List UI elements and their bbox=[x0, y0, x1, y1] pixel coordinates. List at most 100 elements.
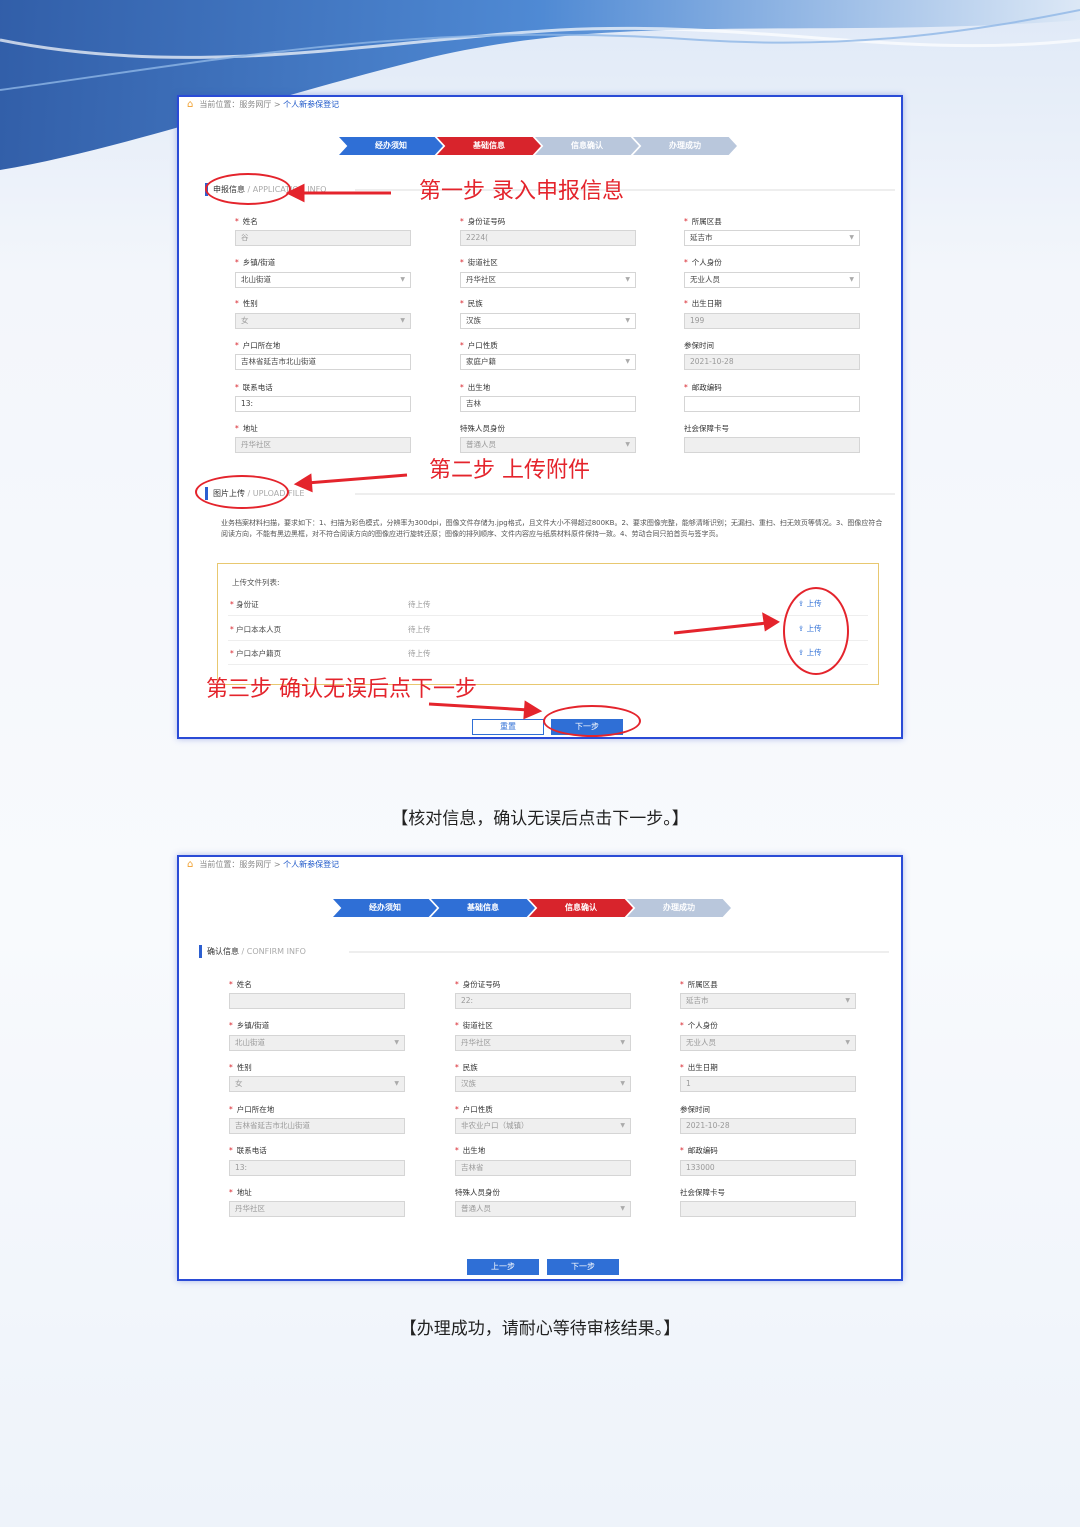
home-icon[interactable]: ⌂ bbox=[187, 859, 193, 870]
gender-select[interactable]: 女 ▼ bbox=[229, 1076, 405, 1092]
highlight-ring bbox=[205, 173, 291, 205]
caption-success: 【办理成功，请耐心等待审核结果。】 bbox=[399, 1319, 681, 1339]
sscard-label: 社会保障卡号 bbox=[680, 1188, 725, 1197]
hukou-label: * 户口所在地 bbox=[235, 341, 281, 350]
identity-label: * 个人身份 bbox=[684, 258, 722, 267]
ethnic-select[interactable]: 汉族 ▼ bbox=[455, 1076, 631, 1092]
step-guide: 经办须知 bbox=[339, 137, 443, 155]
chevron-down-icon: ▼ bbox=[620, 1122, 625, 1129]
name-field[interactable]: 谷 bbox=[235, 230, 411, 246]
birthplace-label: * 出生地 bbox=[455, 1146, 486, 1155]
hukou-type-select[interactable]: 家庭户籍 ▼ bbox=[460, 354, 636, 370]
name-label: * 姓名 bbox=[229, 980, 252, 989]
chevron-down-icon: ▼ bbox=[849, 276, 854, 283]
annotation-step1: 第一步 录入申报信息 bbox=[419, 179, 624, 204]
birthplace-field[interactable]: 吉林 bbox=[460, 396, 636, 412]
chevron-down-icon: ▼ bbox=[845, 997, 850, 1004]
step-basic-info: 基础信息 bbox=[431, 899, 535, 917]
birth-field[interactable]: 1 bbox=[680, 1076, 856, 1092]
upload-status: 待上传 bbox=[408, 649, 431, 658]
district-select[interactable]: 延吉市 ▼ bbox=[680, 993, 856, 1009]
postcode-field[interactable]: 133000 bbox=[680, 1160, 856, 1176]
birth-field[interactable]: 199 bbox=[684, 313, 860, 329]
insure-time-label: 参保时间 bbox=[680, 1105, 710, 1114]
community-select[interactable]: 丹华社区 ▼ bbox=[455, 1035, 631, 1051]
upload-file-list: 上传文件列表: * 身份证 待上传 ⇪ 上传 * 户口本本人页 待上传 ⇪ 上传… bbox=[217, 563, 879, 685]
progress-steps: 经办须知 基础信息 信息确认 办理成功 bbox=[333, 899, 731, 917]
postcode-label: * 邮政编码 bbox=[684, 383, 722, 392]
home-icon[interactable]: ⌂ bbox=[187, 99, 193, 110]
community-select[interactable]: 丹华社区 ▼ bbox=[460, 272, 636, 288]
id-label: * 身份证号码 bbox=[455, 980, 501, 989]
postcode-field[interactable] bbox=[684, 396, 860, 412]
sscard-label: 社会保障卡号 bbox=[684, 424, 729, 433]
special-select[interactable]: 普通人员 ▼ bbox=[455, 1201, 631, 1217]
hukou-field[interactable]: 吉林省延吉市北山街道 bbox=[229, 1118, 405, 1134]
phone-label: * 联系电话 bbox=[235, 383, 273, 392]
hukou-type-label: * 户口性质 bbox=[455, 1105, 493, 1114]
town-select[interactable]: 北山街道 ▼ bbox=[229, 1035, 405, 1051]
id-field[interactable]: 22: bbox=[455, 993, 631, 1009]
chevron-down-icon: ▼ bbox=[625, 441, 630, 448]
annotation-step2: 第二步 上传附件 bbox=[429, 458, 590, 483]
address-field[interactable]: 丹华社区 bbox=[235, 437, 411, 453]
upload-row: * 户口本户籍页 待上传 ⇪ 上传 bbox=[228, 643, 868, 665]
identity-select[interactable]: 无业人员 ▼ bbox=[684, 272, 860, 288]
town-label: * 乡镇/街道 bbox=[229, 1021, 270, 1030]
highlight-ring bbox=[543, 705, 641, 737]
town-select[interactable]: 北山街道 ▼ bbox=[235, 272, 411, 288]
insure-time-field[interactable]: 2021-10-28 bbox=[680, 1118, 856, 1134]
step-confirm: 信息确认 bbox=[535, 137, 639, 155]
phone-field[interactable]: 13: bbox=[229, 1160, 405, 1176]
postcode-label: * 邮政编码 bbox=[680, 1146, 718, 1155]
special-label: 特殊人员身份 bbox=[460, 424, 505, 433]
special-select[interactable]: 普通人员 ▼ bbox=[460, 437, 636, 453]
step-guide: 经办须知 bbox=[333, 899, 437, 917]
chevron-down-icon: ▼ bbox=[620, 1039, 625, 1046]
address-label: * 地址 bbox=[229, 1188, 252, 1197]
section-confirm-info: 确认信息 / CONFIRM INFO bbox=[199, 945, 889, 959]
hukou-field[interactable]: 吉林省延吉市北山街道 bbox=[235, 354, 411, 370]
community-label: * 街道社区 bbox=[460, 258, 498, 267]
phone-field[interactable]: 13: bbox=[235, 396, 411, 412]
birthplace-field[interactable]: 吉林省 bbox=[455, 1160, 631, 1176]
id-label: * 身份证号码 bbox=[460, 217, 506, 226]
reset-button[interactable]: 重置 bbox=[472, 719, 544, 735]
prev-step-button[interactable]: 上一步 bbox=[467, 1259, 539, 1275]
id-field[interactable]: 2224( bbox=[460, 230, 636, 246]
caption-verify: 【核对信息，确认无误后点击下一步。】 bbox=[391, 809, 689, 829]
chevron-down-icon: ▼ bbox=[845, 1039, 850, 1046]
upload-row: * 身份证 待上传 ⇪ 上传 bbox=[228, 594, 868, 616]
sscard-field[interactable] bbox=[684, 437, 860, 453]
step-success: 办理成功 bbox=[627, 899, 731, 917]
identity-select[interactable]: 无业人员 ▼ bbox=[680, 1035, 856, 1051]
insure-time-field[interactable]: 2021-10-28 bbox=[684, 354, 860, 370]
next-step-button[interactable]: 下一步 bbox=[547, 1259, 619, 1275]
district-select[interactable]: 延吉市 ▼ bbox=[684, 230, 860, 246]
chevron-down-icon: ▼ bbox=[625, 358, 630, 365]
step-confirm: 信息确认 bbox=[529, 899, 633, 917]
hukou-type-select[interactable]: 非农业户口（城镇） ▼ bbox=[455, 1118, 631, 1134]
upload-requirements: 业务档案材料扫描，要求如下：1、扫描为彩色模式，分辨率为300dpi，图像文件存… bbox=[221, 519, 883, 538]
confirm-info-screenshot: ⌂ 当前位置：服务网厅 > 个人新参保登记 经办须知 基础信息 信息确认 办理成功… bbox=[177, 855, 903, 1281]
highlight-ring bbox=[195, 475, 289, 509]
annotation-step3: 第三步 确认无误后点下一步 bbox=[206, 677, 477, 702]
breadcrumb-current[interactable]: 个人新参保登记 bbox=[283, 100, 339, 109]
breadcrumb-current[interactable]: 个人新参保登记 bbox=[283, 860, 339, 869]
ethnic-select[interactable]: 汉族 ▼ bbox=[460, 313, 636, 329]
ethnic-label: * 民族 bbox=[460, 299, 483, 308]
name-field[interactable] bbox=[229, 993, 405, 1009]
address-field[interactable]: 丹华社区 bbox=[229, 1201, 405, 1217]
upload-status: 待上传 bbox=[408, 625, 431, 634]
birth-label: * 出生日期 bbox=[684, 299, 722, 308]
address-label: * 地址 bbox=[235, 424, 258, 433]
name-label: * 姓名 bbox=[235, 217, 258, 226]
progress-steps: 经办须知 基础信息 信息确认 办理成功 bbox=[339, 137, 737, 155]
district-label: * 所属区县 bbox=[684, 217, 722, 226]
sscard-field[interactable] bbox=[680, 1201, 856, 1217]
chevron-down-icon: ▼ bbox=[849, 234, 854, 241]
insure-time-label: 参保时间 bbox=[684, 341, 714, 350]
chevron-down-icon: ▼ bbox=[400, 317, 405, 324]
gender-select[interactable]: 女 ▼ bbox=[235, 313, 411, 329]
ethnic-label: * 民族 bbox=[455, 1063, 478, 1072]
